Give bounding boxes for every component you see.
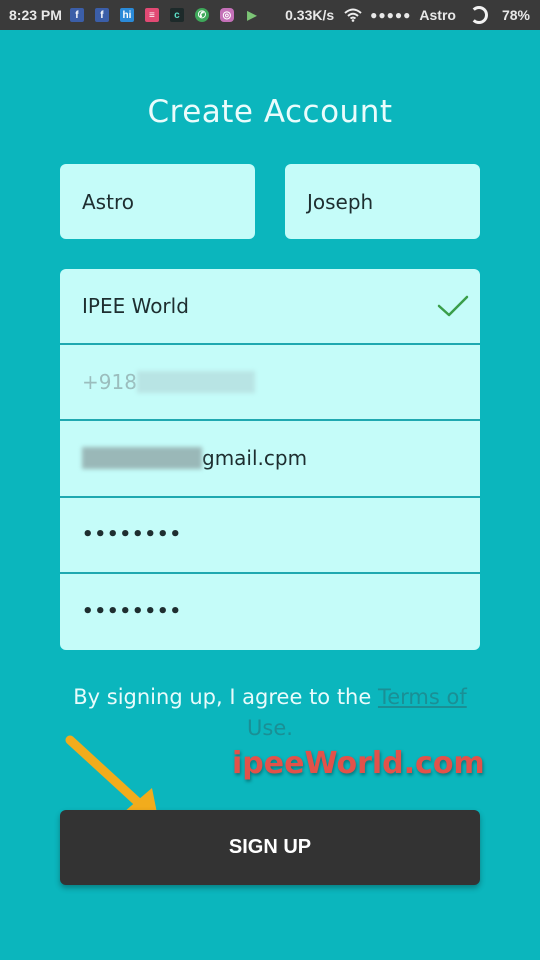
first-name-value: Astro [82, 189, 134, 214]
organization-field[interactable]: IPEE World [60, 269, 480, 346]
status-right: 0.33K/s ●●●●● Astro 78% [285, 0, 540, 30]
play-store-icon: ▶ [247, 8, 257, 22]
battery-level: 78% [501, 7, 530, 23]
terms-text: By signing up, I agree to the [73, 685, 378, 709]
carrier-name: Astro [419, 7, 456, 23]
watermark: ipeeWorld.com [232, 746, 485, 781]
email-suffix: gmail.cpm [202, 446, 308, 471]
status-time: 8:23 PM [9, 7, 62, 23]
email-field[interactable]: gmail.cpm [60, 421, 480, 498]
terms-of-use-link[interactable]: Terms of [378, 685, 467, 709]
page-title: Create Account [147, 94, 393, 130]
sign-up-button[interactable]: SIGN UP [60, 810, 480, 885]
phone-prefix: +918 [82, 370, 137, 395]
wifi-icon [344, 8, 362, 22]
whatsapp-icon: ✆ [194, 8, 209, 22]
password-value: •••••••• [82, 524, 183, 546]
email-redacted [82, 447, 202, 470]
instagram-icon: ◎ [219, 8, 234, 22]
confirm-password-field[interactable]: •••••••• [60, 574, 480, 650]
phone-field[interactable]: +918 [60, 345, 480, 422]
organization-value: IPEE World [82, 294, 189, 319]
last-name-value: Joseph [307, 189, 374, 214]
hike-icon: hi [119, 8, 134, 22]
network-speed: 0.33K/s [285, 7, 335, 23]
last-name-field[interactable]: Joseph [285, 164, 480, 239]
account-details-group: IPEE World +918 gmail.cpm •••••••• •••••… [60, 269, 480, 650]
confirm-password-value: •••••••• [82, 601, 183, 623]
terms-of-use-link-cont[interactable]: Use. [247, 716, 293, 740]
battery-ring-icon [469, 6, 488, 24]
password-field[interactable]: •••••••• [60, 498, 480, 574]
check-icon [437, 295, 469, 317]
facebook-icon: f [94, 8, 109, 22]
facebook-icon: f [69, 8, 84, 22]
status-bar: 8:23 PM f f hi ≡ c ✆ ◎ ▶ 0.33K/s ●●●●● A… [0, 0, 540, 30]
first-name-field[interactable]: Astro [60, 164, 255, 239]
clock-app-icon: c [169, 8, 184, 22]
phone-redacted [136, 371, 255, 394]
message-icon: ≡ [144, 8, 159, 22]
signal-strength-icon: ●●●●● [370, 8, 412, 22]
